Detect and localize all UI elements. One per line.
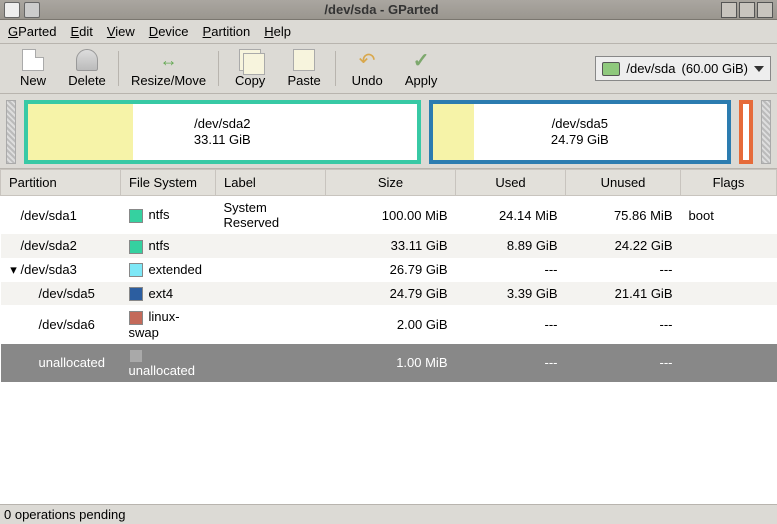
table-row[interactable]: unallocatedunallocated1.00 MiB------: [1, 344, 777, 383]
undo-button[interactable]: Undo: [340, 47, 394, 90]
window-title: /dev/sda - GParted: [44, 2, 719, 17]
toolbar-separator: [218, 51, 219, 86]
col-used[interactable]: Used: [456, 170, 566, 196]
toolbar-separator: [335, 51, 336, 86]
col-fs[interactable]: File System: [121, 170, 216, 196]
menu-view[interactable]: View: [107, 24, 135, 39]
new-button[interactable]: New: [6, 47, 60, 90]
paste-icon: [293, 49, 315, 71]
copy-label: Copy: [235, 73, 265, 88]
paste-label: Paste: [288, 73, 321, 88]
device-name: /dev/sda: [626, 61, 675, 76]
copy-icon: [239, 49, 261, 71]
partition-hatch-left: [6, 100, 16, 164]
partition-block-swap[interactable]: [739, 100, 753, 164]
menu-help[interactable]: Help: [264, 24, 291, 39]
menu-partition[interactable]: Partition: [203, 24, 251, 39]
toolbar: New Delete Resize/Move Copy Paste Undo A…: [0, 44, 777, 94]
app-secondary-icon: [24, 2, 40, 18]
col-flags[interactable]: Flags: [681, 170, 777, 196]
resize-icon: [158, 49, 180, 71]
close-button[interactable]: [757, 2, 773, 18]
minimize-button[interactable]: [721, 2, 737, 18]
menu-edit[interactable]: Edit: [70, 24, 92, 39]
partition-block-sda2[interactable]: /dev/sda2 33.11 GiB: [24, 100, 421, 164]
partition-block-size: 33.11 GiB: [194, 132, 251, 148]
maximize-button[interactable]: [739, 2, 755, 18]
col-label[interactable]: Label: [216, 170, 326, 196]
col-size[interactable]: Size: [326, 170, 456, 196]
col-unused[interactable]: Unused: [566, 170, 681, 196]
device-selector[interactable]: /dev/sda (60.00 GiB): [595, 56, 771, 81]
status-bar: 0 operations pending: [0, 504, 777, 524]
new-icon: [22, 49, 44, 71]
partition-map: /dev/sda2 33.11 GiB /dev/sda5 24.79 GiB: [0, 94, 777, 168]
table-row[interactable]: /dev/sda5ext424.79 GiB3.39 GiB21.41 GiB: [1, 282, 777, 306]
new-label: New: [20, 73, 46, 88]
disk-icon: [602, 62, 620, 76]
partition-block-size: 24.79 GiB: [551, 132, 609, 148]
table-row[interactable]: ▾/dev/sda3extended26.79 GiB------: [1, 258, 777, 282]
menu-device[interactable]: Device: [149, 24, 189, 39]
device-size: (60.00 GiB): [682, 61, 748, 76]
apply-label: Apply: [405, 73, 438, 88]
resize-button[interactable]: Resize/Move: [123, 47, 214, 90]
partition-table: Partition File System Label Size Used Un…: [0, 168, 777, 504]
chevron-down-icon: [754, 66, 764, 72]
menu-gparted[interactable]: GGPartedParted: [8, 24, 56, 39]
partition-block-label: /dev/sda5: [551, 116, 609, 132]
col-partition[interactable]: Partition: [1, 170, 121, 196]
table-row[interactable]: /dev/sda1ntfsSystem Reserved100.00 MiB24…: [1, 196, 777, 235]
delete-button[interactable]: Delete: [60, 47, 114, 90]
table-row[interactable]: /dev/sda6linux-swap2.00 GiB------: [1, 305, 777, 344]
delete-label: Delete: [68, 73, 106, 88]
partition-block-label: /dev/sda2: [194, 116, 251, 132]
undo-label: Undo: [352, 73, 383, 88]
toolbar-separator: [118, 51, 119, 86]
app-icon: [4, 2, 20, 18]
partition-block-sda5[interactable]: /dev/sda5 24.79 GiB: [429, 100, 731, 164]
partition-hatch-right: [761, 100, 771, 164]
menubar: GGPartedParted Edit View Device Partitio…: [0, 20, 777, 44]
apply-button[interactable]: Apply: [394, 47, 448, 90]
resize-label: Resize/Move: [131, 73, 206, 88]
paste-button[interactable]: Paste: [277, 47, 331, 90]
copy-button[interactable]: Copy: [223, 47, 277, 90]
apply-icon: [410, 49, 432, 71]
titlebar: /dev/sda - GParted: [0, 0, 777, 20]
delete-icon: [76, 49, 98, 71]
table-row[interactable]: /dev/sda2ntfs33.11 GiB8.89 GiB24.22 GiB: [1, 234, 777, 258]
undo-icon: [356, 49, 378, 71]
